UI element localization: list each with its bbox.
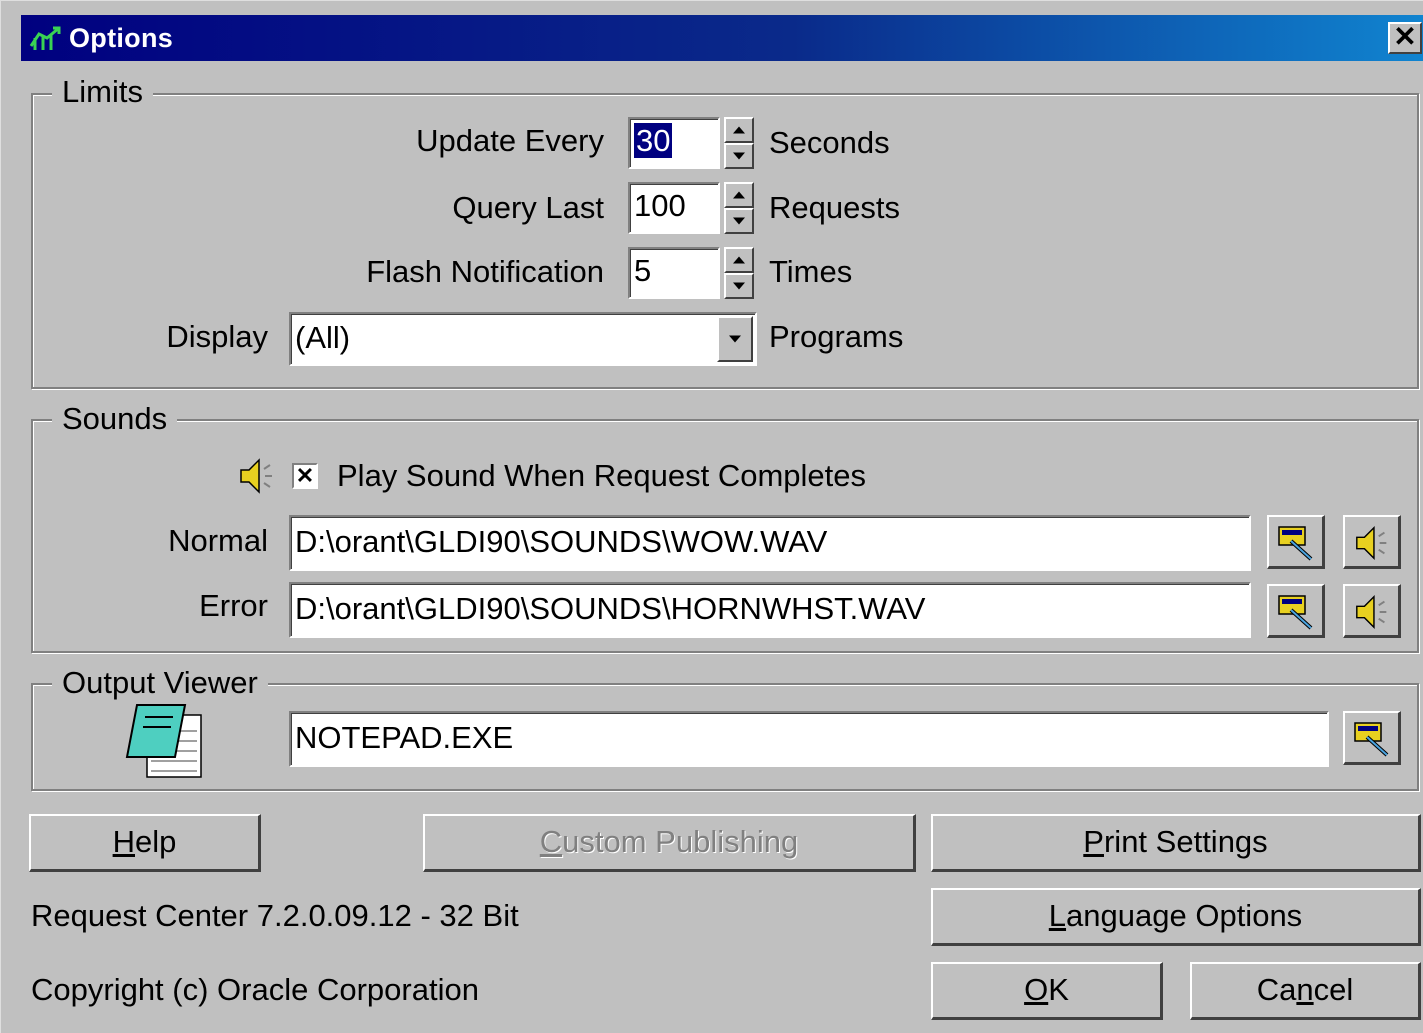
display-unit: Programs: [769, 319, 904, 354]
normal-sound-label: Normal: [168, 523, 268, 558]
display-label: Display: [166, 319, 268, 354]
display-dropdown-button[interactable]: [717, 316, 753, 362]
close-icon: ✕: [1393, 21, 1417, 52]
language-options-hotkey: L: [1048, 898, 1067, 933]
print-settings-hotkey: P: [1083, 824, 1104, 859]
close-button[interactable]: ✕: [1388, 22, 1422, 54]
version-text: Request Center 7.2.0.09.12 - 32 Bit: [31, 898, 519, 933]
query-last-unit: Requests: [769, 190, 900, 225]
spin-down-icon: [733, 152, 745, 160]
query-last-spinner[interactable]: [724, 182, 754, 234]
update-every-input[interactable]: 30: [628, 117, 720, 169]
language-options-label: anguage Options: [1066, 898, 1303, 933]
error-sound-input[interactable]: D:\orant\GLDI90\SOUNDS\HORNWHST.WAV: [289, 582, 1251, 638]
custom-publishing-label: ustom Publishing: [562, 824, 799, 859]
help-label: elp: [135, 824, 177, 859]
output-viewer-legend: Output Viewer: [52, 666, 268, 700]
title-bar[interactable]: Options ✕: [21, 15, 1423, 61]
cancel-button[interactable]: Cancel: [1190, 962, 1421, 1020]
play-error-sound-button[interactable]: [1343, 584, 1401, 638]
limits-legend: Limits: [52, 75, 153, 109]
speaker-icon: [1356, 595, 1387, 629]
query-last-label: Query Last: [452, 190, 604, 225]
error-sound-label: Error: [199, 588, 268, 623]
update-every-label: Update Every: [416, 123, 604, 158]
language-options-button[interactable]: Language Options: [931, 888, 1421, 946]
flash-notification-spinner[interactable]: [724, 247, 754, 299]
play-normal-sound-button[interactable]: [1343, 515, 1401, 569]
sounds-legend: Sounds: [52, 402, 178, 436]
browse-icon: [1354, 722, 1389, 757]
custom-publishing-button[interactable]: Custom Publishing: [423, 814, 916, 872]
print-settings-label: rint Settings: [1103, 824, 1268, 859]
print-settings-button[interactable]: Print Settings: [931, 814, 1421, 872]
browse-output-viewer-button[interactable]: [1343, 711, 1401, 765]
spin-down-icon: [733, 217, 745, 225]
query-last-input[interactable]: 100: [628, 182, 720, 234]
flash-notification-input[interactable]: 5: [628, 247, 720, 299]
custom-publishing-hotkey: C: [539, 824, 563, 859]
browse-normal-sound-button[interactable]: [1267, 515, 1325, 569]
update-every-value: 30: [634, 123, 673, 158]
speaker-icon: [1356, 526, 1387, 560]
normal-sound-input[interactable]: D:\orant\GLDI90\SOUNDS\WOW.WAV: [289, 515, 1251, 571]
notepad-icon: [125, 704, 202, 778]
browse-icon: [1278, 595, 1313, 630]
ok-hotkey: O: [1024, 972, 1049, 1007]
app-icon: [29, 26, 61, 50]
cancel-hotkey: n: [1296, 972, 1314, 1007]
flash-notification-unit: Times: [769, 254, 853, 289]
ok-label: K: [1048, 972, 1069, 1007]
options-dialog: Options ✕ Limits Update Every 30 Seconds…: [0, 0, 1423, 1033]
cancel-label-end: cel: [1313, 972, 1354, 1007]
spin-down-icon: [733, 282, 745, 290]
play-sound-label[interactable]: Play Sound When Request Completes: [337, 458, 866, 494]
cancel-label-start: Ca: [1256, 972, 1297, 1007]
output-viewer-input[interactable]: NOTEPAD.EXE: [289, 711, 1329, 767]
update-every-spinner[interactable]: [724, 117, 754, 169]
copyright-text: Copyright (c) Oracle Corporation: [31, 972, 479, 1007]
window-title: Options: [69, 23, 174, 53]
browse-error-sound-button[interactable]: [1267, 584, 1325, 638]
update-every-unit: Seconds: [769, 125, 890, 160]
spin-up-icon: [733, 191, 745, 199]
help-hotkey: H: [112, 824, 135, 859]
help-button[interactable]: Help: [29, 814, 261, 872]
flash-notification-label: Flash Notification: [366, 254, 604, 289]
spin-up-icon: [733, 126, 745, 134]
speaker-icon: [240, 458, 272, 494]
spin-up-icon: [733, 256, 745, 264]
checkmark-icon: ✕: [295, 463, 315, 488]
play-sound-checkbox[interactable]: ✕: [292, 463, 318, 489]
chevron-down-icon: [729, 335, 741, 343]
browse-icon: [1278, 526, 1313, 561]
display-select[interactable]: (All): [289, 312, 757, 366]
ok-button[interactable]: OK: [931, 962, 1163, 1020]
